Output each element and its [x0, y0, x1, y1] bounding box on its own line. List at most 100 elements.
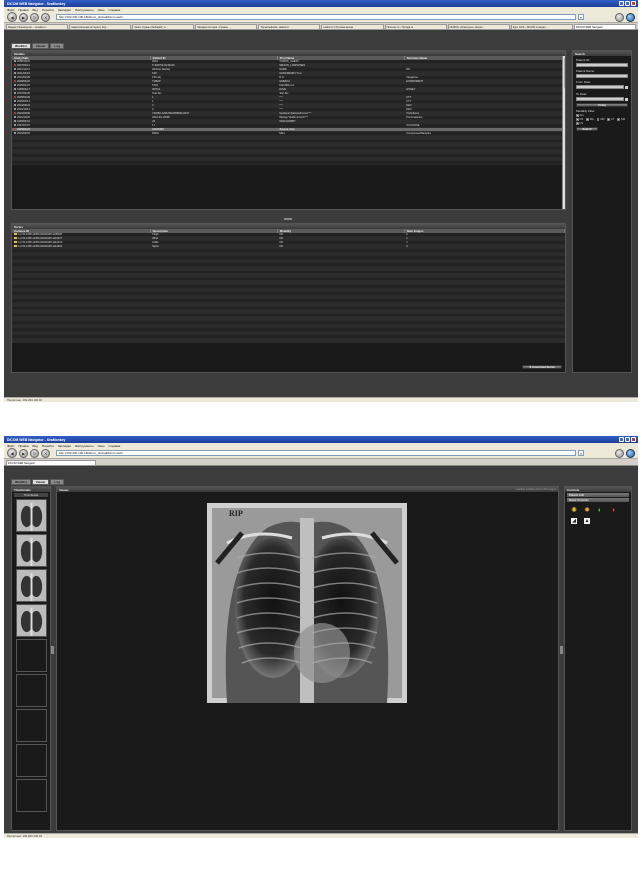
brightness-up-tool[interactable]: ✺ [568, 505, 580, 515]
brightness-down-tool[interactable]: ✹ [581, 505, 593, 515]
patient-name-input[interactable] [576, 74, 628, 78]
modality-checkbox-all[interactable]: ALL [576, 114, 626, 117]
study-cell-text: 2004/10/14 [17, 108, 30, 112]
calendar-icon[interactable] [625, 85, 628, 89]
menu-tools[interactable]: Инструменты [75, 444, 94, 448]
invert-tool[interactable]: ◑ [607, 505, 619, 515]
download-series-button[interactable]: ⬇ Download Series [522, 365, 562, 369]
menu-go[interactable]: Перейти [42, 444, 54, 448]
reload-button[interactable]: ↻ [30, 12, 39, 22]
print-button[interactable] [615, 449, 624, 458]
tab-log[interactable]: Log [50, 479, 64, 485]
menu-help[interactable]: Справка [109, 444, 121, 448]
menu-tools[interactable]: Инструменты [75, 8, 94, 12]
to-date-input[interactable] [576, 97, 624, 101]
address-bar[interactable]: http://192.200.100.18/dicom_shimal/dicom… [56, 14, 576, 20]
thumbnails-subheader: Thumbnails [14, 493, 48, 497]
modality-checkbox-ct[interactable]: CT [607, 118, 614, 121]
menu-view[interactable]: Вид [33, 8, 38, 12]
study-status-icon [14, 92, 16, 95]
minimize-button[interactable] [619, 437, 624, 442]
patient-info-header[interactable]: Patient Info [567, 493, 629, 497]
modality-checkbox-cr[interactable]: CR [576, 118, 583, 121]
study-cell-text: Nikolay^Vladimirovich^^^ [279, 116, 308, 120]
tab-worklist[interactable]: Worklist [11, 43, 31, 49]
reload-button[interactable]: ↻ [30, 448, 39, 458]
menu-bookmarks[interactable]: Закладки [58, 444, 71, 448]
menu-edit[interactable]: Правка [18, 444, 28, 448]
thumbnail[interactable] [15, 569, 47, 602]
stop-button[interactable]: ✕ [41, 448, 50, 458]
modality-checkbox-us[interactable]: US [576, 122, 583, 125]
study-status-icon [14, 64, 16, 67]
left-splitter-handle[interactable] [51, 646, 54, 654]
address-text: http://192.200.100.18/dicom_shimal/dicom… [59, 15, 123, 19]
tab-viewer[interactable]: Viewer [31, 479, 50, 485]
series-cell-text: 1.2.51.3155.11350.20020425.1112904 [18, 245, 63, 249]
study-cell-text: 2010/10/25 [17, 116, 30, 120]
thumbnail[interactable] [15, 534, 47, 567]
patient-id-input[interactable] [576, 63, 628, 67]
menu-view[interactable]: Вид [33, 444, 38, 448]
modality-checkbox-mg[interactable]: MG [586, 118, 594, 121]
tab-worklist[interactable]: Worklist [11, 479, 31, 485]
menu-file[interactable]: Файл [7, 8, 14, 12]
search-button[interactable]: ⌕ [578, 14, 584, 20]
study-cell-text: 1998/04/17 [17, 88, 30, 92]
window-level-tool[interactable]: ◢ [568, 516, 580, 526]
basic-controls-header[interactable]: Basic Controls [567, 498, 629, 502]
modality-checkbox-mr[interactable]: MR [596, 118, 604, 121]
stop-icon: ✕ [43, 450, 48, 456]
studies-table: Study Date Patient ID First Name Surname… [12, 56, 566, 165]
modality-checkbox-nm[interactable]: NM [617, 118, 625, 121]
study-status-icon [14, 128, 16, 131]
study-cell-text: SOBAKA [279, 80, 290, 84]
study-cell-text: CompressedSamples [406, 132, 432, 136]
search-button[interactable]: ⌕ [578, 450, 584, 456]
window-title: DICOM WEB Navigator - SeaMonkey [7, 437, 66, 442]
studies-scrollbar[interactable] [562, 56, 565, 209]
series-panel: Series Instance ID Description Modality … [11, 223, 566, 373]
status-text: Прочитано: 192.200.100.18 [7, 834, 42, 838]
back-button[interactable]: ◀ [7, 448, 17, 458]
minimize-button[interactable] [619, 1, 624, 6]
menu-window[interactable]: Окно [98, 8, 105, 12]
print-button[interactable] [615, 13, 624, 22]
today-button[interactable]: Today [576, 103, 628, 107]
maximize-button[interactable] [625, 1, 630, 6]
tab-log[interactable]: Log [50, 43, 64, 49]
close-button[interactable] [631, 437, 636, 442]
from-date-input[interactable] [576, 85, 624, 89]
dicom-image[interactable]: RIP [207, 503, 407, 703]
study-cell-text: TOMOS_CHEST [279, 60, 299, 64]
menu-help[interactable]: Справка [109, 8, 121, 12]
splitter-handle[interactable] [284, 218, 292, 220]
series-cell-text: Thigh [152, 233, 159, 237]
menu-bookmarks[interactable]: Закладки [58, 8, 71, 12]
back-button[interactable]: ◀ [7, 12, 17, 22]
tool-palette: ✺ ✹ ◐ ◑ ◢ ▲ [565, 503, 631, 528]
menu-edit[interactable]: Правка [18, 8, 28, 12]
menu-go[interactable]: Перейти [42, 8, 54, 12]
menu-file[interactable]: Файл [7, 444, 14, 448]
thumbnail[interactable] [15, 499, 47, 532]
right-splitter-handle[interactable] [560, 646, 563, 654]
thumbnail[interactable] [15, 604, 47, 637]
forward-button[interactable]: ▶ [19, 448, 28, 458]
study-cell-text: 1995/04/01 [17, 120, 30, 124]
search-submit-button[interactable]: Search [576, 127, 598, 131]
calendar-icon[interactable] [625, 97, 628, 101]
stop-button[interactable]: ✕ [41, 12, 50, 22]
study-cell-text: """" [279, 96, 283, 100]
tab-viewer[interactable]: Viewer [31, 43, 50, 49]
forward-button[interactable]: ▶ [19, 12, 28, 22]
contrast-tool[interactable]: ◐ [594, 505, 606, 515]
study-status-icon [14, 112, 16, 115]
menu-window[interactable]: Окно [98, 444, 105, 448]
folder-icon [14, 237, 17, 240]
close-button[interactable] [631, 1, 636, 6]
study-cell-text: DAVE [279, 88, 287, 92]
maximize-button[interactable] [625, 437, 630, 442]
sharpen-tool[interactable]: ▲ [581, 516, 593, 526]
address-bar[interactable]: http://192.200.100.18/dicom_shimal/dicom… [56, 450, 576, 456]
